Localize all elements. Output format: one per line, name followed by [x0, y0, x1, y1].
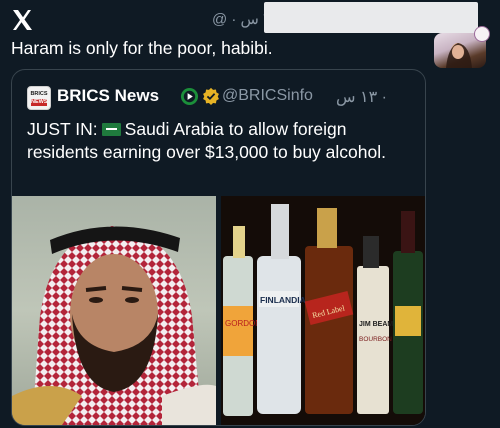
bourbon-label: BOURBON [359, 336, 392, 343]
quoted-text-lead: JUST IN: [27, 119, 98, 139]
jim-beam-label: JIM BEAM [359, 321, 393, 328]
quoted-tweet[interactable]: BRICS NEWS BRICS News @BRICSinfo · ١٣ س … [11, 69, 426, 426]
quoted-handle[interactable]: @BRICSinfo [222, 87, 313, 105]
saudi-flag-icon [101, 123, 121, 136]
quoted-author-name[interactable]: BRICS News [57, 86, 159, 106]
brics-avatar[interactable]: BRICS NEWS [27, 86, 51, 110]
tweet-text: Haram is only for the poor, habibi. [11, 38, 273, 58]
quoted-text: JUST IN: Saudi Arabia to allow foreign re… [27, 118, 417, 164]
play-badge-icon [180, 87, 199, 106]
quoted-time: · ١٣ س [336, 89, 387, 106]
brics-avatar-text: BRICS [30, 91, 48, 97]
finlandia-label: FINLANDIA [260, 295, 306, 305]
alcohol-bottles-photo[interactable]: GORDON'S FINLANDIA Red Label JIM BEAM BO… [221, 196, 425, 425]
redacted-username [264, 2, 478, 33]
x-logo-icon[interactable] [10, 8, 34, 32]
crown-prince-photo[interactable] [12, 196, 216, 425]
brics-avatar-news: NEWS [31, 99, 48, 106]
avatar-badge-icon [474, 26, 490, 42]
gold-verified-icon [203, 87, 219, 105]
tweet-time: ٧ س · @ [212, 11, 271, 28]
